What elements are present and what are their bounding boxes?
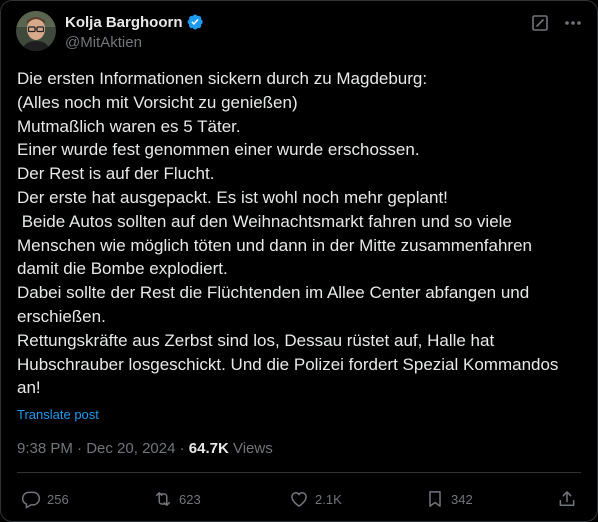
repost-icon — [156, 492, 170, 506]
post-line: Dabei sollte der Rest die Flüchtenden im… — [17, 283, 530, 303]
author-name[interactable]: Kolja Barghoorn — [65, 14, 183, 31]
avatar[interactable] — [16, 11, 56, 51]
meta-separator: · — [175, 440, 189, 457]
author-handle[interactable]: @MitAktien — [65, 34, 204, 51]
post-line: Einer wurde fest genommen einer wurde er… — [17, 140, 420, 160]
post-line: Rettungskräfte aus Zerbst sind los, Dess… — [17, 330, 495, 350]
post-line: Mutmaßlich waren es 5 Täter. — [17, 116, 241, 136]
verified-badge-icon[interactable] — [186, 13, 204, 31]
post-line: (Alles noch mit Vorsicht zu genießen) — [17, 92, 298, 112]
bookmark-count: 342 — [451, 491, 473, 507]
post-line: Menschen wie möglich töten und dann in d… — [17, 235, 533, 255]
like-count: 2.1K — [315, 491, 342, 507]
author-name-row[interactable]: Kolja Barghoorn — [65, 13, 204, 31]
bookmark-button[interactable]: 342 — [425, 489, 473, 509]
post-line: damit die Bombe explodiert. — [17, 259, 228, 279]
header-actions — [531, 13, 583, 33]
reply-icon — [21, 491, 41, 509]
heart-icon — [291, 491, 307, 507]
post-line: Die ersten Informationen sickern durch z… — [17, 69, 428, 88]
post-line: Der erste hat ausgepackt. Es ist wohl no… — [17, 187, 448, 207]
grok-icon[interactable] — [531, 14, 549, 32]
post-line: Der Rest is auf der Flucht. — [17, 164, 215, 184]
share-icon — [559, 491, 575, 506]
post-line: erschießen. — [17, 306, 106, 326]
post-meta: 9:38 PM · Dec 20, 2024 · 64.7K Views — [17, 440, 273, 457]
post-line: Beide Autos sollten auf den Weihnachtsma… — [17, 211, 512, 231]
post-text: Die ersten Informationen sickern durch z… — [17, 67, 583, 400]
views-count[interactable]: 64.7K — [189, 440, 229, 457]
more-icon[interactable] — [563, 13, 583, 33]
share-button[interactable] — [557, 489, 577, 509]
bookmark-icon — [429, 491, 441, 507]
post-date[interactable]: Dec 20, 2024 — [86, 440, 175, 457]
meta-separator: · — [72, 440, 87, 457]
post-line: an! — [17, 378, 41, 398]
post-card: Kolja Barghoorn @MitAktien Die ersten In… — [0, 0, 598, 522]
repost-button[interactable]: 623 — [153, 489, 201, 509]
author-block: Kolja Barghoorn @MitAktien — [65, 13, 204, 51]
views-label: Views — [228, 440, 273, 457]
translate-post-link[interactable]: Translate post — [17, 407, 99, 422]
divider — [17, 472, 581, 473]
post-line: Hubschrauber losgeschickt. Und die Poliz… — [17, 354, 559, 374]
post-header: Kolja Barghoorn @MitAktien — [16, 11, 583, 55]
repost-count: 623 — [179, 491, 201, 507]
reply-button[interactable]: 256 — [21, 489, 69, 509]
action-bar: 256 623 2.1K 342 — [21, 485, 577, 513]
post-time[interactable]: 9:38 PM — [17, 440, 73, 457]
like-button[interactable]: 2.1K — [289, 489, 342, 509]
reply-count: 256 — [47, 491, 69, 507]
